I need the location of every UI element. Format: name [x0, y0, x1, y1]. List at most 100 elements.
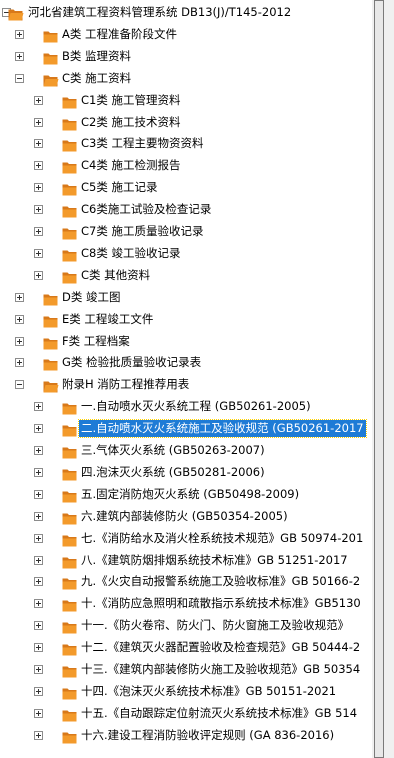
tree-item-label: 十二.《建筑灭火器配置验收及检查规范》GB 50444-2 — [81, 640, 361, 655]
folder-icon — [62, 685, 78, 700]
tree-item-h-sub-14[interactable]: 十四.《泡沫灭火系统技术标准》GB 50151-2021 — [0, 681, 372, 703]
expand-icon[interactable] — [34, 533, 43, 543]
tree-item-label: 河北省建筑工程资料管理系统 DB13(J)/T145-2012 — [28, 5, 292, 19]
tree-item-category-c[interactable]: C类 施工资料 — [0, 68, 372, 90]
folder-icon — [62, 400, 78, 415]
tree-item-h-sub-7[interactable]: 七.《消防给水及消火栓系统技术规范》GB 50974-201 — [0, 528, 372, 550]
tree-item-label: 五.固定消防炮灭火系统 (GB50498-2009) — [81, 486, 300, 501]
expand-icon[interactable] — [34, 183, 43, 193]
folder-icon — [62, 707, 78, 722]
expand-icon[interactable] — [34, 599, 43, 609]
tree-item-h-sub-3[interactable]: 三.气体灭火系统 (GB50263-2007) — [0, 440, 372, 462]
tree-item-h-sub-15[interactable]: 十五.《自动跟踪定位射流灭火系统技术标准》GB 514 — [0, 703, 372, 725]
tree-item-h-sub-4[interactable]: 四.泡沫灭火系统 (GB50281-2006) — [0, 462, 372, 484]
tree-item-label: E类 工程竣工文件 — [62, 311, 154, 326]
folder-icon — [62, 269, 78, 284]
tree-item-h-sub-16[interactable]: 十六.建设工程消防验收评定规则 (GA 836-2016) — [0, 725, 372, 747]
folder-icon — [62, 444, 78, 459]
tree-item-c-sub-9[interactable]: C类 其他资料 — [0, 265, 372, 287]
tree-item-c-sub-5[interactable]: C5类 施工记录 — [0, 177, 372, 199]
folder-icon — [43, 291, 59, 306]
tree-item-category-h[interactable]: 附录H 消防工程推荐用表 — [0, 374, 372, 396]
expand-icon[interactable] — [34, 489, 43, 499]
expand-icon[interactable] — [34, 730, 43, 740]
collapse-icon[interactable] — [15, 380, 24, 390]
tree-item-label: 附录H 消防工程推荐用表 — [62, 377, 190, 392]
tree-item-c-sub-2[interactable]: C2类 施工技术资料 — [0, 112, 372, 134]
expand-icon[interactable] — [34, 577, 43, 587]
expand-icon[interactable] — [15, 51, 24, 61]
tree-item-h-sub-6[interactable]: 六.建筑内部装修防火 (GB50354-2005) — [0, 506, 372, 528]
folder-icon — [62, 203, 78, 218]
tree-item-category-d[interactable]: D类 竣工图 — [0, 287, 372, 309]
expand-icon[interactable] — [34, 402, 43, 412]
expand-icon[interactable] — [34, 161, 43, 171]
tree-item-c-sub-8[interactable]: C8类 竣工验收记录 — [0, 243, 372, 265]
expand-icon[interactable] — [34, 205, 43, 215]
folder-icon — [62, 554, 78, 568]
expand-icon[interactable] — [34, 446, 43, 455]
expand-icon[interactable] — [34, 686, 43, 696]
tree-item-h-sub-5[interactable]: 五.固定消防炮灭火系统 (GB50498-2009) — [0, 484, 372, 506]
folder-icon — [62, 532, 78, 547]
tree-item-category-b[interactable]: B类 监理资料 — [0, 46, 372, 68]
expand-icon[interactable] — [15, 292, 24, 302]
tree-item-h-sub-8[interactable]: 八.《建筑防烟排烟系统技术标准》GB 51251-2017 — [0, 550, 372, 572]
tree-item-label: 二.自动喷水灭火系统施工及验收规范 (GB50261-2017 — [78, 419, 367, 439]
tree-item-c-sub-4[interactable]: C4类 施工检测报告 — [0, 155, 372, 177]
tree-item-h-sub-1[interactable]: 一.自动喷水灭火系统工程 (GB50261-2005) — [0, 396, 372, 418]
tree-item-label: C3类 工程主要物资资料 — [81, 136, 204, 151]
tree-root[interactable]: 河北省建筑工程资料管理系统 DB13(J)/T145-2012 — [0, 2, 372, 24]
tree-item-category-e[interactable]: E类 工程竣工文件 — [0, 309, 372, 331]
expand-icon[interactable] — [15, 358, 24, 368]
tree-item-category-a[interactable]: A类 工程准备阶段文件 — [0, 24, 372, 46]
tree-item-label: 八.《建筑防烟排烟系统技术标准》GB 51251-2017 — [81, 552, 348, 567]
tree-item-category-g[interactable]: G类 检验批质量验收记录表 — [0, 352, 372, 374]
tree-item-h-sub-11[interactable]: 十一.《防火卷帘、防火门、防火窗施工及验收规范》 — [0, 615, 372, 637]
tree-item-c-sub-1[interactable]: C1类 施工管理资料 — [0, 90, 372, 112]
tree-item-h-sub-9[interactable]: 九.《火灾自动报警系统施工及验收标准》GB 50166-2 — [0, 571, 372, 593]
tree-item-h-sub-13[interactable]: 十三.《建筑内部装修防火施工及验收规范》GB 50354 — [0, 659, 372, 681]
expand-icon[interactable] — [34, 555, 43, 565]
tree-item-label: 三.气体灭火系统 (GB50263-2007) — [81, 443, 265, 457]
tree-item-c-sub-6[interactable]: C6类施工试验及检查记录 — [0, 199, 372, 221]
tree-item-label: 十五.《自动跟踪定位射流灭火系统技术标准》GB 514 — [81, 705, 358, 720]
expand-icon[interactable] — [34, 95, 43, 105]
expand-icon[interactable] — [15, 29, 24, 39]
expand-icon[interactable] — [34, 467, 43, 477]
tree-item-category-f[interactable]: F类 工程档案 — [0, 331, 372, 353]
tree-item-h-sub-12[interactable]: 十二.《建筑灭火器配置验收及检查规范》GB 50444-2 — [0, 637, 372, 659]
folder-icon — [62, 94, 78, 109]
tree-item-label: C类 施工资料 — [62, 70, 132, 85]
folder-open-icon — [8, 6, 24, 21]
expand-icon[interactable] — [34, 139, 43, 149]
tree-view[interactable]: 河北省建筑工程资料管理系统 DB13(J)/T145-2012 A类 工程准备阶段… — [0, 0, 372, 758]
expand-icon[interactable] — [34, 248, 43, 258]
tree-item-label: 十三.《建筑内部装修防火施工及验收规范》GB 50354 — [81, 662, 361, 676]
expand-icon[interactable] — [34, 621, 43, 631]
expand-icon[interactable] — [34, 708, 43, 718]
expand-icon[interactable] — [34, 643, 43, 653]
expand-icon[interactable] — [34, 511, 43, 521]
tree-item-label: 六.建筑内部装修防火 (GB50354-2005) — [81, 508, 288, 523]
tree-item-c-sub-3[interactable]: C3类 工程主要物资资料 — [0, 133, 372, 155]
tree-item-c-sub-7[interactable]: C7类 施工质量验收记录 — [0, 221, 372, 243]
tree-item-h-sub-2[interactable]: 二.自动喷水灭火系统施工及验收规范 (GB50261-2017 — [0, 418, 372, 440]
scrollbar-thumb[interactable] — [374, 0, 384, 758]
tree-item-label: 十四.《泡沫灭火系统技术标准》GB 50151-2021 — [81, 683, 337, 698]
collapse-icon[interactable] — [15, 73, 24, 83]
tree-item-label: A类 工程准备阶段文件 — [62, 26, 178, 41]
expand-icon[interactable] — [15, 314, 24, 324]
tree-item-h-sub-10[interactable]: 十.《消防应急照明和疏散指示系统技术标准》GB5130 — [0, 593, 372, 615]
tree-item-label: 四.泡沫灭火系统 (GB50281-2006) — [81, 464, 265, 479]
expand-icon[interactable] — [34, 665, 43, 674]
folder-icon — [62, 466, 78, 481]
expand-icon[interactable] — [34, 424, 43, 434]
expand-icon[interactable] — [34, 270, 43, 280]
expand-icon[interactable] — [34, 227, 43, 236]
folder-icon — [43, 356, 59, 371]
tree-item-label: 十一.《防火卷帘、防火门、防火窗施工及验收规范》 — [81, 618, 350, 633]
expand-icon[interactable] — [15, 336, 24, 346]
tree-item-label: C1类 施工管理资料 — [81, 92, 181, 107]
expand-icon[interactable] — [34, 117, 43, 127]
